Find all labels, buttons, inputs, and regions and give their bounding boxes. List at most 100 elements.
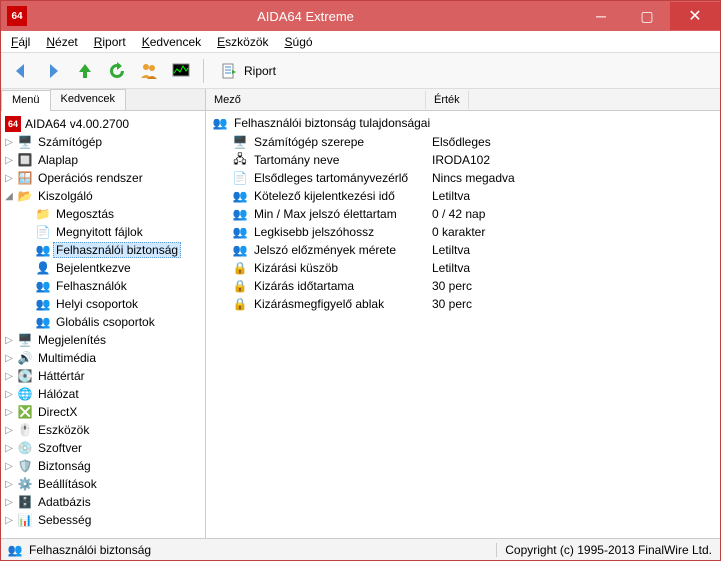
tree-node[interactable]: ▷⚙️Beállítások: [3, 475, 203, 493]
menu-tools[interactable]: Eszközök: [211, 33, 274, 51]
tree-node[interactable]: ▷💿Szoftver: [3, 439, 203, 457]
list-row[interactable]: 👥Min / Max jelszó élettartam0 / 42 nap: [206, 205, 720, 223]
menu-report[interactable]: Riport: [88, 33, 132, 51]
tree-node[interactable]: 📄Megnyitott fájlok: [21, 223, 203, 241]
tree-node[interactable]: ▷🖥️Számítógép: [3, 133, 203, 151]
expand-icon[interactable]: ▷: [3, 389, 15, 400]
list-row[interactable]: 📄Elsődleges tartományvezérlőNincs megadv…: [206, 169, 720, 187]
list-row[interactable]: 🔒Kizárásmegfigyelő ablak30 perc: [206, 295, 720, 313]
expand-icon[interactable]: ▷: [3, 371, 15, 382]
tree-node[interactable]: ▷🔊Multimédia: [3, 349, 203, 367]
tree-item-icon: 👥: [35, 278, 51, 294]
list-row[interactable]: 🔒Kizárás időtartama30 perc: [206, 277, 720, 295]
list-row[interactable]: 🖥️Számítógép szerepeElsődleges: [206, 133, 720, 151]
tree-node[interactable]: 👥Felhasználók: [21, 277, 203, 295]
refresh-button[interactable]: [103, 57, 131, 85]
list-header: Mező Érték: [206, 89, 720, 111]
row-field: Kötelező kijelentkezési idő: [254, 189, 395, 203]
menubar: Fájl Nézet Riport Kedvencek Eszközök Súg…: [1, 31, 720, 53]
users-icon[interactable]: [135, 57, 163, 85]
tree-node[interactable]: 👥Felhasználói biztonság: [21, 241, 203, 259]
expand-icon[interactable]: ▷: [3, 443, 15, 454]
collapse-icon[interactable]: ◢: [3, 191, 15, 202]
tree-node[interactable]: ▷💽Háttértár: [3, 367, 203, 385]
monitor-icon[interactable]: [167, 57, 195, 85]
up-button[interactable]: [71, 57, 99, 85]
tree-root[interactable]: 64 AIDA64 v4.00.2700: [3, 115, 203, 133]
expand-icon[interactable]: ▷: [3, 137, 15, 148]
list-row[interactable]: 👥Legkisebb jelszóhossz0 karakter: [206, 223, 720, 241]
menu-file[interactable]: Fájl: [5, 33, 36, 51]
tree-item-label: Szoftver: [35, 440, 85, 456]
tree-view[interactable]: 64 AIDA64 v4.00.2700 ▷🖥️Számítógép▷🔲Alap…: [1, 111, 205, 538]
folder-icon: 📂: [17, 188, 33, 204]
tree-node[interactable]: 👤Bejelentkezve: [21, 259, 203, 277]
row-field: Kizárás időtartama: [254, 279, 354, 293]
app-window: 64 AIDA64 Extreme ─ ▢ ✕ Fájl Nézet Ripor…: [0, 0, 721, 561]
tree-item-icon: 🪟: [17, 170, 33, 186]
tree-node[interactable]: 👥Helyi csoportok: [21, 295, 203, 313]
tree-node[interactable]: ▷🔲Alaplap: [3, 151, 203, 169]
row-icon: 👥: [232, 224, 248, 240]
list-row[interactable]: 🔒Kizárási küszöbLetiltva: [206, 259, 720, 277]
tree-item-label: Helyi csoportok: [53, 296, 141, 312]
tree-node[interactable]: ▷📊Sebesség: [3, 511, 203, 529]
tab-favorites[interactable]: Kedvencek: [50, 89, 126, 110]
row-field: Min / Max jelszó élettartam: [254, 207, 397, 221]
tree-node[interactable]: ▷🌐Hálózat: [3, 385, 203, 403]
back-button[interactable]: [7, 57, 35, 85]
tree-item-label: Beállítások: [35, 476, 100, 492]
tree-node[interactable]: 📁Megosztás: [21, 205, 203, 223]
tree-node[interactable]: 👥Globális csoportok: [21, 313, 203, 331]
row-value: Elsődleges: [432, 135, 714, 149]
tree-node[interactable]: ▷🛡️Biztonság: [3, 457, 203, 475]
expand-icon[interactable]: ▷: [3, 407, 15, 418]
column-field[interactable]: Mező: [206, 91, 426, 109]
minimize-button[interactable]: ─: [578, 2, 624, 30]
tree-item-icon: 📄: [35, 224, 51, 240]
tree-item-label: Multimédia: [35, 350, 99, 366]
row-icon: 🖥️: [232, 134, 248, 150]
status-icon: 👥: [7, 542, 23, 558]
row-value: Nincs megadva: [432, 171, 714, 185]
expand-icon[interactable]: ▷: [3, 425, 15, 436]
tree-node[interactable]: ▷🗄️Adatbázis: [3, 493, 203, 511]
expand-icon[interactable]: ▷: [3, 515, 15, 526]
tree-item-label: Felhasználók: [53, 278, 130, 294]
maximize-button[interactable]: ▢: [624, 2, 670, 30]
expand-icon[interactable]: ▷: [3, 155, 15, 166]
menu-favorites[interactable]: Kedvencek: [136, 33, 207, 51]
expand-icon[interactable]: ▷: [3, 497, 15, 508]
list-row[interactable]: 👥Jelszó előzmények méreteLetiltva: [206, 241, 720, 259]
tab-menu[interactable]: Menü: [1, 90, 51, 111]
list-row[interactable]: 👥Kötelező kijelentkezési időLetiltva: [206, 187, 720, 205]
row-value: 30 perc: [432, 297, 714, 311]
tree-item-icon: 👤: [35, 260, 51, 276]
app-icon: 64: [7, 6, 27, 26]
tree-node[interactable]: ▷🖥️Megjelenítés: [3, 331, 203, 349]
tree-node[interactable]: ▷🖱️Eszközök: [3, 421, 203, 439]
expand-icon[interactable]: ▷: [3, 335, 15, 346]
menu-view[interactable]: Nézet: [40, 33, 83, 51]
tree-item-label: Globális csoportok: [53, 314, 158, 330]
tree-node[interactable]: ▷🪟Operációs rendszer: [3, 169, 203, 187]
report-button[interactable]: Riport: [212, 57, 284, 85]
expand-icon[interactable]: ▷: [3, 479, 15, 490]
expand-icon[interactable]: ▷: [3, 461, 15, 472]
row-icon: 🔒: [232, 296, 248, 312]
tree-node[interactable]: ▷❎DirectX: [3, 403, 203, 421]
tree-item-icon: 👥: [35, 242, 51, 258]
list-group[interactable]: 👥 Felhasználói biztonság tulajdonságai: [206, 113, 720, 133]
expand-icon[interactable]: ▷: [3, 173, 15, 184]
row-icon: 🖧: [232, 152, 248, 168]
column-value[interactable]: Érték: [426, 91, 469, 109]
menu-help[interactable]: Súgó: [279, 33, 319, 51]
left-tabs: Menü Kedvencek: [1, 89, 205, 111]
forward-button[interactable]: [39, 57, 67, 85]
expand-icon[interactable]: ▷: [3, 353, 15, 364]
list-row[interactable]: 🖧Tartomány neveIRODA102: [206, 151, 720, 169]
tree-item-icon: 👥: [35, 296, 51, 312]
right-pane: Mező Érték 👥 Felhasználói biztonság tula…: [206, 89, 720, 538]
close-button[interactable]: ✕: [670, 2, 720, 30]
tree-node-server[interactable]: ◢ 📂 Kiszolgáló: [3, 187, 203, 205]
